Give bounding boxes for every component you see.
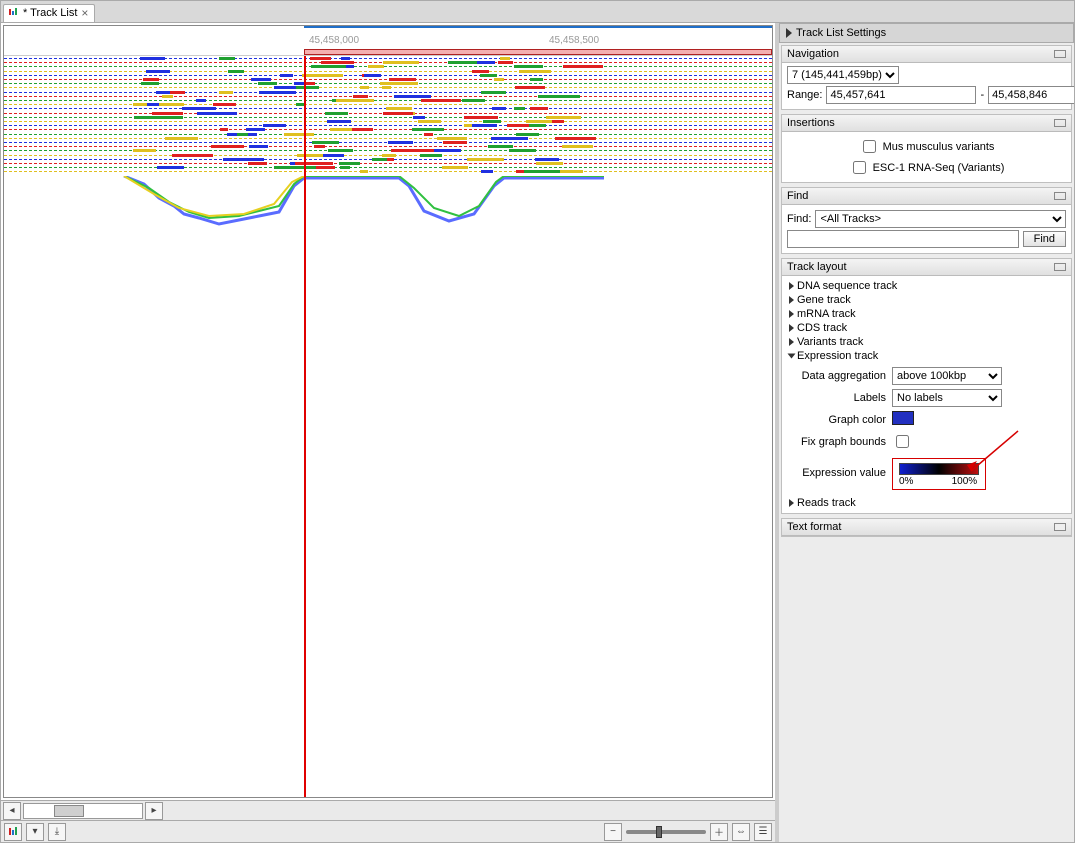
graph-color-chip[interactable] <box>892 411 914 425</box>
section-text-format: Text format <box>781 518 1072 537</box>
tree-item-expression[interactable]: Expression track <box>787 349 1066 363</box>
caret-icon <box>789 338 794 346</box>
bottom-toolbar: ▾ ⤓ − ＋ ⇔ ☰ <box>1 820 775 842</box>
tab-title: * Track List <box>23 7 77 19</box>
coordinate-ruler[interactable]: 45,458,000 45,458,500 <box>4 26 772 56</box>
minimize-icon[interactable] <box>1054 119 1066 127</box>
section-navigation: Navigation 7 (145,441,459bp) Range: - <box>781 45 1072 110</box>
minimize-icon[interactable] <box>1054 192 1066 200</box>
panel-title: Track List Settings <box>779 23 1074 43</box>
tracklist-icon <box>8 8 19 19</box>
find-label: Find: <box>787 213 811 225</box>
tree-item-gene[interactable]: Gene track <box>787 293 1066 307</box>
tree-item-cds[interactable]: CDS track <box>787 321 1066 335</box>
genome-browser: 45,458,000 45,458,500 Mus musculus seque… <box>3 25 773 798</box>
export-icon[interactable]: ⤓ <box>48 823 66 841</box>
tree-item-dna[interactable]: DNA sequence track <box>787 279 1066 293</box>
zoom-slider[interactable] <box>626 830 706 834</box>
scroll-right-icon[interactable]: ▸ <box>145 802 163 820</box>
minimize-icon[interactable] <box>1054 263 1066 271</box>
expression-settings: Data aggregation above 100kbp Labels No … <box>797 367 1066 490</box>
section-insertions: Insertions Mus musculus variants ESC-1 R… <box>781 114 1072 183</box>
range-label: Range: <box>787 89 822 101</box>
panel-caret-icon[interactable] <box>786 28 792 38</box>
selection-bar[interactable] <box>304 49 772 55</box>
labels-select[interactable]: No labels <box>892 389 1002 407</box>
tree-item-reads[interactable]: Reads track <box>787 496 1066 510</box>
zoom-out-icon[interactable]: − <box>604 823 622 841</box>
fit-width-icon[interactable]: ⇔ <box>732 823 750 841</box>
caret-icon <box>789 310 794 318</box>
scroll-left-icon[interactable]: ◂ <box>3 802 21 820</box>
settings-panel: Track List Settings Navigation 7 (145,44… <box>779 23 1074 842</box>
section-find: Find Find: <All Tracks> Find <box>781 187 1072 254</box>
fix-bounds-checkbox[interactable] <box>896 435 909 448</box>
cursor-line[interactable] <box>304 56 306 797</box>
range-to-input[interactable] <box>988 86 1074 104</box>
find-button[interactable]: Find <box>1023 231 1066 247</box>
range-from-input[interactable] <box>826 86 976 104</box>
find-scope-select[interactable]: <All Tracks> <box>815 210 1066 228</box>
caret-icon <box>789 282 794 290</box>
insertions-variants-checkbox[interactable] <box>863 140 876 153</box>
caret-icon <box>789 324 794 332</box>
insertions-rnaseq-checkbox[interactable] <box>853 161 866 174</box>
tab-bar: * Track List × <box>1 1 1074 23</box>
tab-track-list[interactable]: * Track List × <box>3 4 95 22</box>
tool-icon-1[interactable] <box>4 823 22 841</box>
data-aggregation-select[interactable]: above 100kbp <box>892 367 1002 385</box>
tree-item-mrna[interactable]: mRNA track <box>787 307 1066 321</box>
caret-icon <box>788 354 796 359</box>
close-icon[interactable]: × <box>81 7 88 19</box>
section-track-layout: Track layout DNA sequence track Gene tra… <box>781 258 1072 514</box>
tool-icon-2[interactable]: ▾ <box>26 823 44 841</box>
minimize-icon[interactable] <box>1054 50 1066 58</box>
chromosome-select[interactable]: 7 (145,441,459bp) <box>787 66 899 84</box>
ruler-tick-1: 45,458,000 <box>309 35 359 46</box>
horizontal-scroll[interactable]: ◂ ▸ <box>1 800 775 820</box>
restore-icon[interactable] <box>1054 523 1066 531</box>
scrollbar-track[interactable] <box>23 803 143 819</box>
expression-gradient-box: 0% 100% <box>892 458 986 490</box>
ruler-tick-2: 45,458,500 <box>549 35 599 46</box>
caret-icon <box>789 499 794 507</box>
find-input[interactable] <box>787 230 1019 248</box>
scrollbar-thumb[interactable] <box>54 805 84 817</box>
settings-icon[interactable]: ☰ <box>754 823 772 841</box>
zoom-in-icon[interactable]: ＋ <box>710 823 728 841</box>
expression-gradient[interactable] <box>899 463 979 475</box>
tree-item-variants[interactable]: Variants track <box>787 335 1066 349</box>
track-body-reads[interactable] <box>4 56 772 797</box>
caret-icon <box>789 296 794 304</box>
